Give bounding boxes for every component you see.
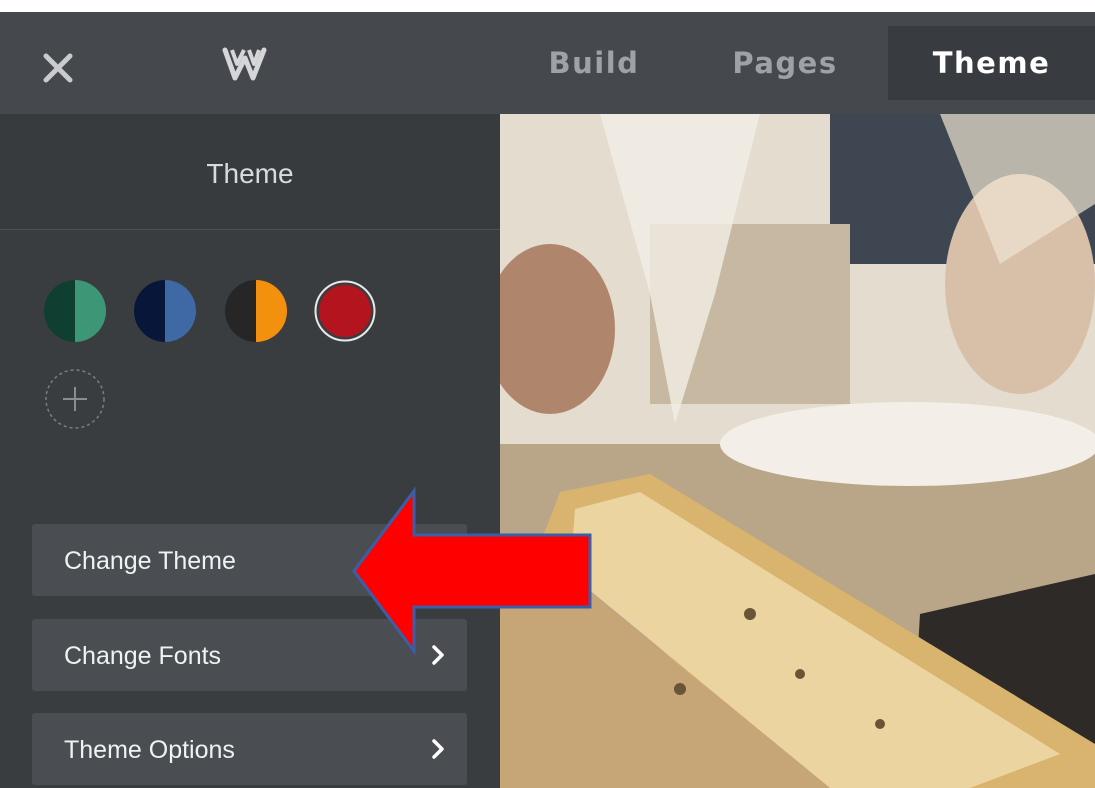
swatch-red-selected[interactable]	[314, 280, 376, 342]
tab-build[interactable]: Build	[540, 26, 648, 100]
theme-options-button[interactable]: Theme Options	[32, 713, 467, 785]
top-bar: Build Pages Theme	[0, 12, 1095, 114]
theme-options-label: Theme Options	[64, 736, 235, 764]
annotation-arrow	[350, 486, 598, 656]
site-preview-photo	[500, 114, 1095, 788]
theme-sidebar: Theme Change Theme Change Fonts Theme Op…	[0, 114, 500, 788]
close-icon[interactable]	[38, 48, 78, 88]
swatch-green[interactable]	[44, 280, 106, 342]
chevron-right-icon	[432, 739, 444, 759]
change-fonts-label: Change Fonts	[64, 642, 222, 670]
tab-theme[interactable]: Theme	[888, 26, 1095, 100]
add-color-scheme-button[interactable]	[44, 368, 106, 430]
weebly-logo-icon[interactable]	[220, 44, 276, 84]
change-theme-label: Change Theme	[64, 547, 236, 575]
tab-pages[interactable]: Pages	[714, 26, 856, 100]
swatch-blue[interactable]	[134, 280, 196, 342]
plus-icon	[45, 369, 105, 429]
sidebar-title: Theme	[0, 114, 500, 230]
swatch-orange[interactable]	[225, 280, 287, 342]
editor-window: Build Pages Theme Theme Change Theme Cha…	[0, 12, 1095, 788]
